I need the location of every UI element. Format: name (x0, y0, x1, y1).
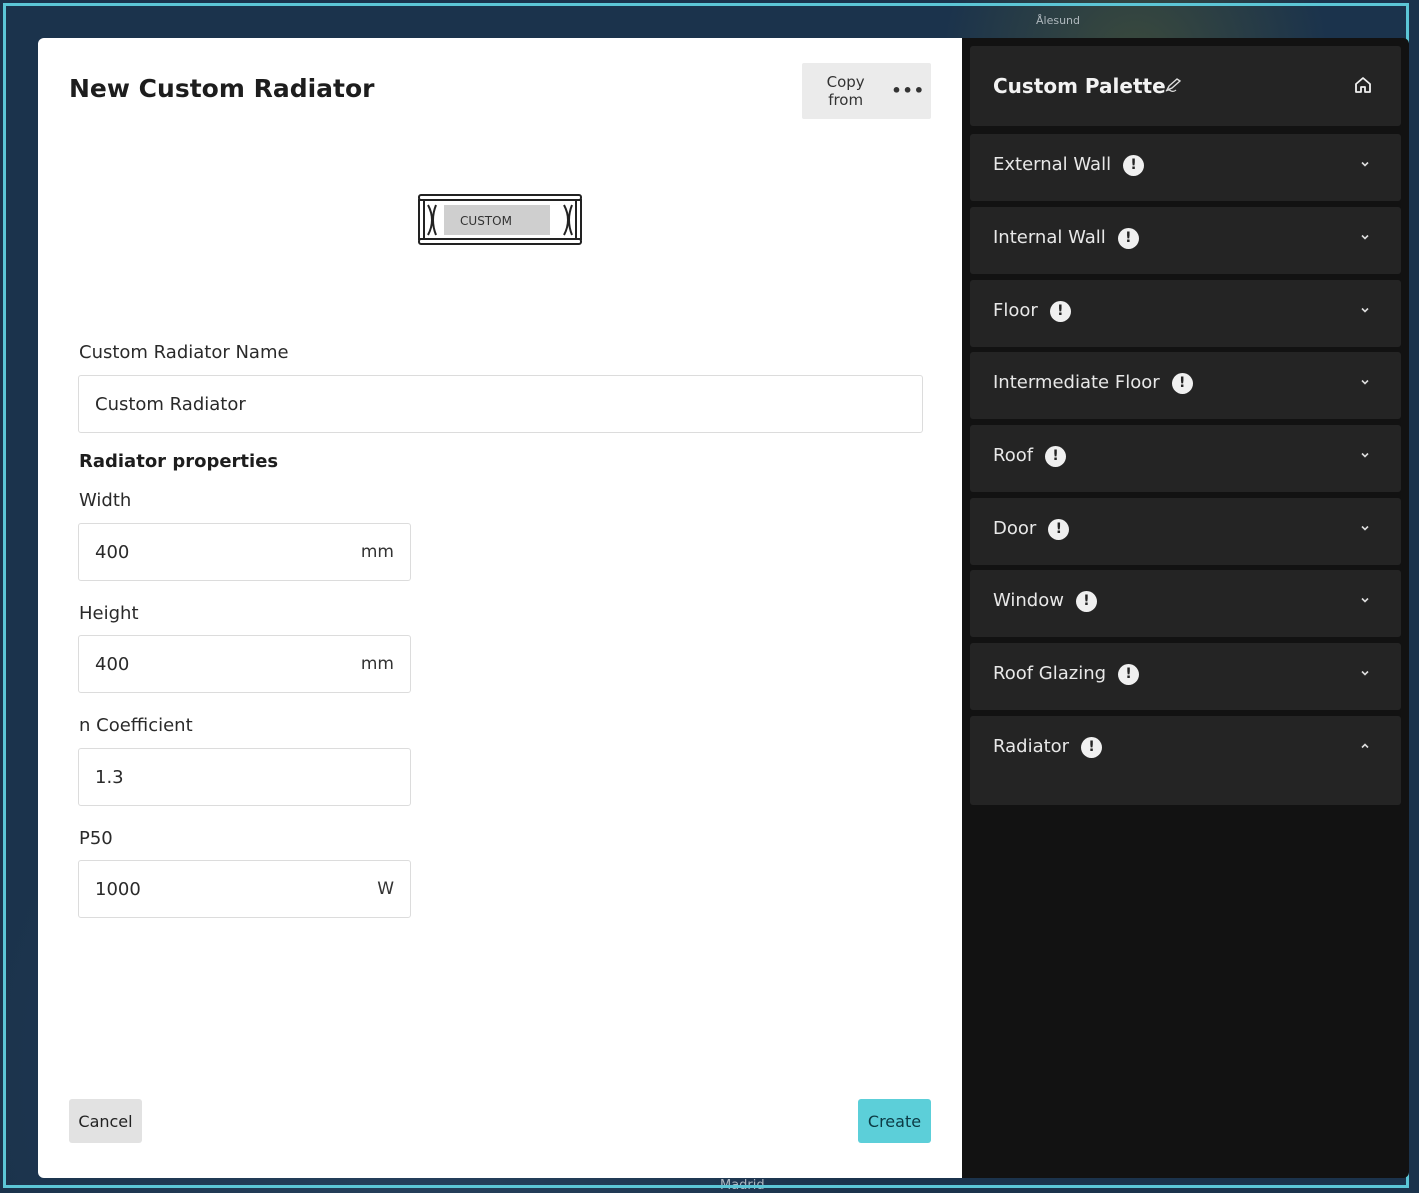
p50-input[interactable]: 1000 W (78, 860, 411, 918)
palette-item-label: Internal Wall (993, 227, 1106, 248)
width-unit: mm (360, 542, 394, 562)
p50-label: P50 (79, 828, 113, 849)
height-value: 400 (95, 653, 130, 675)
palette-item-radiator[interactable]: Radiator ! (970, 716, 1401, 805)
warning-icon: ! (1081, 737, 1103, 758)
palette-item-label: Roof (993, 445, 1034, 466)
chevron-down-icon (1361, 234, 1369, 240)
create-button[interactable]: Create (858, 1099, 931, 1143)
cancel-button[interactable]: Cancel (69, 1099, 142, 1143)
map-label-alesund: Ålesund (1036, 14, 1081, 27)
palette-item-floor[interactable]: Floor ! (970, 280, 1401, 347)
radiator-image-text: CUSTOM (460, 214, 512, 228)
palette-item-label: Floor (993, 300, 1038, 321)
palette-item-external-wall[interactable]: External Wall ! (970, 134, 1401, 201)
height-label: Height (79, 603, 139, 624)
width-value: 400 (95, 541, 130, 563)
radiator-name-input[interactable]: Custom Radiator (78, 375, 923, 433)
palette-item-label: Roof Glazing (993, 663, 1107, 684)
name-label: Custom Radiator Name (79, 342, 289, 363)
palette-item-label: External Wall (993, 154, 1112, 175)
p50-value: 1000 (95, 878, 141, 900)
palette-title: Custom Palette (993, 74, 1166, 98)
radiator-preview-image: CUSTOM (418, 194, 582, 245)
edit-pencil-icon[interactable] (1165, 78, 1183, 92)
width-label: Width (79, 490, 132, 511)
home-icon[interactable] (1354, 76, 1372, 94)
palette-item-window[interactable]: Window ! (970, 570, 1401, 637)
n-coefficient-value: 1.3 (95, 766, 124, 788)
chevron-down-icon (1361, 525, 1369, 531)
palette-item-label: Intermediate Floor (993, 372, 1160, 393)
custom-palette-panel: Custom Palette External Wall ! Internal … (962, 38, 1409, 1178)
chevron-down-icon (1361, 597, 1369, 603)
dialog-title: New Custom Radiator (69, 74, 375, 103)
copy-from-label: Copy from (826, 73, 865, 109)
map-label-madrid: Madrid (720, 1178, 765, 1193)
palette-item-door[interactable]: Door ! (970, 498, 1401, 565)
warning-icon: ! (1045, 446, 1067, 467)
chevron-down-icon (1361, 161, 1369, 167)
chevron-down-icon (1361, 670, 1369, 676)
more-dots-icon: ••• (891, 81, 925, 100)
copy-from-button[interactable]: Copy from ••• (802, 63, 931, 119)
n-coefficient-input[interactable]: 1.3 (78, 748, 411, 806)
height-input[interactable]: 400 mm (78, 635, 411, 693)
radiator-properties-heading: Radiator properties (79, 451, 279, 472)
warning-icon: ! (1118, 664, 1140, 685)
palette-item-label: Door (993, 518, 1037, 539)
warning-icon: ! (1075, 591, 1097, 612)
n-coefficient-label: n Coefficient (79, 715, 193, 736)
palette-item-internal-wall[interactable]: Internal Wall ! (970, 207, 1401, 274)
palette-item-label: Radiator (993, 736, 1070, 757)
new-custom-radiator-dialog: New Custom Radiator Copy from ••• CUSTOM… (38, 38, 962, 1178)
palette-header: Custom Palette (970, 46, 1401, 126)
palette-item-intermediate-floor[interactable]: Intermediate Floor ! (970, 352, 1401, 419)
chevron-down-icon (1361, 452, 1369, 458)
warning-icon: ! (1049, 301, 1071, 322)
warning-icon: ! (1048, 519, 1070, 540)
width-input[interactable]: 400 mm (78, 523, 411, 581)
height-unit: mm (360, 654, 394, 674)
palette-item-label: Window (993, 590, 1064, 611)
chevron-down-icon (1361, 379, 1369, 385)
palette-item-roof[interactable]: Roof ! (970, 425, 1401, 492)
warning-icon: ! (1117, 228, 1139, 249)
chevron-up-icon (1361, 743, 1369, 749)
palette-item-roof-glazing[interactable]: Roof Glazing ! (970, 643, 1401, 710)
warning-icon: ! (1171, 373, 1193, 394)
chevron-down-icon (1361, 307, 1369, 313)
p50-unit: W (377, 879, 394, 899)
radiator-name-value: Custom Radiator (95, 393, 246, 415)
warning-icon: ! (1123, 155, 1145, 176)
